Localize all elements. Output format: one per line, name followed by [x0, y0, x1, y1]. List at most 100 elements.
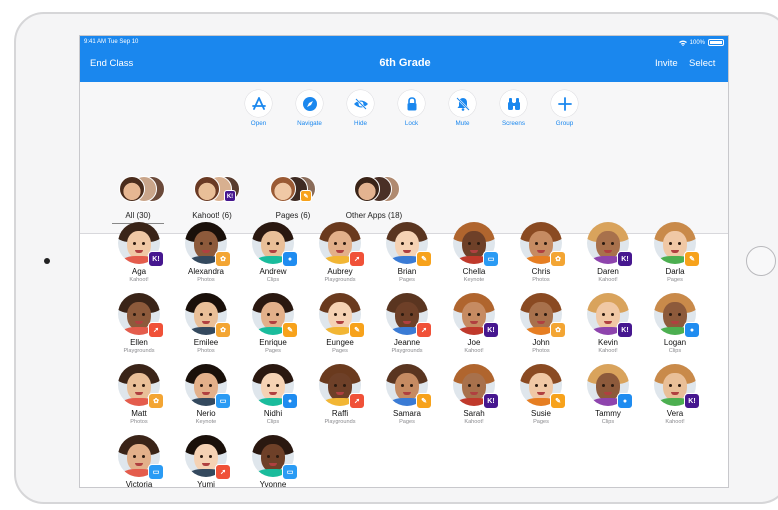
- student-name: Raffi: [331, 409, 349, 418]
- open-action-button[interactable]: Open: [233, 90, 284, 127]
- student-tile[interactable]: ● Logan Clips: [642, 293, 708, 354]
- photos-app-icon: ✿: [215, 322, 231, 338]
- student-tile[interactable]: ● Tammy Clips: [575, 364, 641, 425]
- mute-action-button[interactable]: Mute: [437, 90, 488, 127]
- invite-button[interactable]: Invite: [655, 58, 678, 69]
- student-name: Yumi: [197, 480, 215, 488]
- student-tile[interactable]: ✎ Darla Pages: [642, 222, 708, 283]
- student-app: Pages: [399, 419, 415, 425]
- student-tile[interactable]: ▭ Yvonne: [240, 435, 306, 487]
- avatar: ➚: [319, 222, 365, 267]
- status-right: 100%: [678, 39, 724, 46]
- student-name: Aga: [131, 267, 147, 276]
- toolbar-area: Open Navigate Hide Lock Mute Screens Gro…: [80, 82, 728, 234]
- student-tile[interactable]: ✎ Brian Pages: [374, 222, 440, 283]
- battery-icon: [708, 39, 724, 46]
- binoculars-icon: [507, 97, 520, 110]
- student-tile[interactable]: ● Andrew Clips: [240, 222, 306, 283]
- filter-other-apps-label: Other Apps (18): [345, 211, 403, 220]
- student-tile[interactable]: ✎ Enrique Pages: [240, 293, 306, 354]
- student-tile[interactable]: ✿ John Photos: [508, 293, 574, 354]
- keynote-app-icon: ▭: [148, 464, 164, 480]
- kahoot-app-icon: K!: [684, 393, 700, 409]
- student-tile[interactable]: ➚ Jeanne Playgrounds: [374, 293, 440, 354]
- avatar: ✎: [386, 222, 432, 267]
- student-tile[interactable]: ✿ Emilee Photos: [173, 293, 239, 354]
- hide-action-button[interactable]: Hide: [335, 90, 386, 127]
- student-name: Alexandra: [187, 267, 225, 276]
- student-name: Darla: [665, 267, 685, 276]
- photos-app-icon: ✿: [550, 251, 566, 267]
- student-tile[interactable]: K! Joe Kahoot!: [441, 293, 507, 354]
- student-name: Jeanne: [393, 338, 421, 347]
- student-tile[interactable]: K! Kevin Kahoot!: [575, 293, 641, 354]
- student-tile[interactable]: ✎ Eungee Pages: [307, 293, 373, 354]
- student-tile[interactable]: ▭ Nerio Keynote: [173, 364, 239, 425]
- action-bar: Open Navigate Hide Lock Mute Screens Gro…: [233, 90, 590, 127]
- avatar: ➚: [185, 435, 231, 480]
- navigate-action-button[interactable]: Navigate: [284, 90, 335, 127]
- student-name: Joe: [467, 338, 481, 347]
- battery-percent: 100%: [689, 39, 705, 46]
- student-name: Tammy: [595, 409, 621, 418]
- home-button[interactable]: [746, 246, 776, 276]
- student-name: Andrew: [259, 267, 287, 276]
- filter-pages[interactable]: ✎ Pages (6): [258, 176, 328, 226]
- keynote-app-icon: ▭: [282, 464, 298, 480]
- filter-other-apps[interactable]: Other Apps (18): [334, 176, 414, 226]
- clips-app-icon: ●: [282, 393, 298, 409]
- keynote-app-icon: ▭: [483, 251, 499, 267]
- student-app: Playgrounds: [324, 277, 356, 283]
- avatar: [270, 176, 296, 202]
- screens-action-button[interactable]: Screens: [488, 90, 539, 127]
- student-tile[interactable]: ✿ Matt Photos: [106, 364, 172, 425]
- filter-kahoot-avatars: K!: [194, 176, 244, 204]
- student-name: Emilee: [193, 338, 219, 347]
- student-tile[interactable]: ▭ Chella Keynote: [441, 222, 507, 283]
- student-tile[interactable]: K! Sarah Kahoot!: [441, 364, 507, 425]
- student-name: Nidhi: [263, 409, 283, 418]
- avatar: ➚: [118, 293, 164, 338]
- avatar: ▭: [185, 364, 231, 409]
- lock-action-button[interactable]: Lock: [386, 90, 437, 127]
- bell-slash-icon: [455, 96, 470, 111]
- playgrounds-app-icon: ➚: [349, 251, 365, 267]
- group-action-button[interactable]: Group: [539, 90, 590, 127]
- student-tile[interactable]: K! Aga Kahoot!: [106, 222, 172, 283]
- student-name: Matt: [131, 409, 147, 418]
- student-tile[interactable]: ✿ Chris Photos: [508, 222, 574, 283]
- keynote-app-icon: ▭: [215, 393, 231, 409]
- avatar: ●: [252, 222, 298, 267]
- avatar: K!: [587, 293, 633, 338]
- photos-app-icon: ✿: [148, 393, 164, 409]
- group-action-label: Group: [555, 120, 574, 127]
- student-tile[interactable]: ➚ Raffi Playgrounds: [307, 364, 373, 425]
- avatar: K!: [453, 364, 499, 409]
- lock-action-label: Lock: [404, 120, 419, 127]
- filter-kahoot[interactable]: K! Kahoot! (6): [172, 176, 252, 226]
- student-app: Kahoot!: [129, 277, 149, 283]
- select-button[interactable]: Select: [689, 58, 715, 69]
- student-tile[interactable]: K! Daren Kahoot!: [575, 222, 641, 283]
- student-name: Chris: [531, 267, 551, 276]
- screens-action-label: Screens: [501, 120, 526, 127]
- student-tile[interactable]: ✎ Susie Pages: [508, 364, 574, 425]
- page-title: 6th Grade: [379, 57, 431, 69]
- student-app: Photos: [197, 277, 215, 283]
- student-tile[interactable]: ● Nidhi Clips: [240, 364, 306, 425]
- avatar: ▭: [453, 222, 499, 267]
- student-tile[interactable]: ▭ Victoria: [106, 435, 172, 487]
- kahoot-app-icon: K!: [617, 322, 633, 338]
- student-tile[interactable]: ➚ Aubrey Playgrounds: [307, 222, 373, 283]
- avatar: [119, 176, 145, 202]
- avatar: [354, 176, 380, 202]
- student-tile[interactable]: ➚ Yumi: [173, 435, 239, 488]
- student-name: Kevin: [597, 338, 618, 347]
- student-tile[interactable]: ➚ Ellen Playgrounds: [106, 293, 172, 354]
- student-tile[interactable]: ✎ Samara Pages: [374, 364, 440, 425]
- lock-icon: [407, 96, 416, 110]
- student-tile[interactable]: K! Vera Kahoot!: [642, 364, 708, 425]
- student-tile[interactable]: ✿ Alexandra Photos: [173, 222, 239, 283]
- student-app: Playgrounds: [324, 419, 356, 425]
- filter-all[interactable]: All (30): [112, 176, 165, 226]
